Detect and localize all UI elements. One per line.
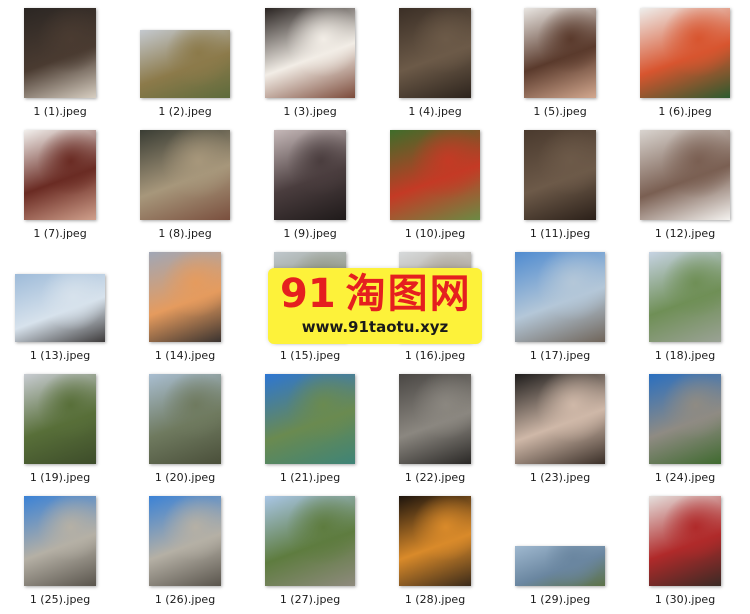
watermark-chinese: 淘图网: [345, 271, 472, 317]
file-name[interactable]: 1 (26).jpeg: [125, 593, 245, 606]
file-thumbnail[interactable]: [24, 496, 96, 586]
file-item[interactable]: 1 (10).jpeg: [375, 122, 495, 242]
file-name[interactable]: 1 (8).jpeg: [125, 227, 245, 240]
file-name[interactable]: 1 (20).jpeg: [125, 471, 245, 484]
file-item[interactable]: 1 (23).jpeg: [500, 366, 620, 486]
file-item[interactable]: 1 (20).jpeg: [125, 366, 245, 486]
file-thumbnail[interactable]: [524, 130, 596, 220]
file-thumbnail[interactable]: [399, 374, 471, 464]
file-item[interactable]: 1 (9).jpeg: [250, 122, 370, 242]
file-name[interactable]: 1 (10).jpeg: [375, 227, 495, 240]
file-item[interactable]: 1 (18).jpeg: [625, 244, 745, 364]
file-item[interactable]: 1 (14).jpeg: [125, 244, 245, 364]
file-item[interactable]: 1 (2).jpeg: [125, 0, 245, 120]
file-thumbnail[interactable]: [524, 8, 596, 98]
file-thumbnail[interactable]: [640, 8, 730, 98]
file-name[interactable]: 1 (27).jpeg: [250, 593, 370, 606]
file-item[interactable]: 1 (19).jpeg: [0, 366, 120, 486]
file-name[interactable]: 1 (14).jpeg: [125, 349, 245, 362]
watermark-overlay: 91 淘图网 www.91taotu.xyz: [268, 268, 482, 344]
file-item[interactable]: 1 (25).jpeg: [0, 488, 120, 608]
file-item[interactable]: 1 (30).jpeg: [625, 488, 745, 608]
file-thumbnail[interactable]: [149, 374, 221, 464]
file-item[interactable]: 1 (26).jpeg: [125, 488, 245, 608]
file-thumbnail[interactable]: [24, 8, 96, 98]
file-name[interactable]: 1 (2).jpeg: [125, 105, 245, 118]
file-name[interactable]: 1 (3).jpeg: [250, 105, 370, 118]
file-thumbnail[interactable]: [649, 252, 721, 342]
file-name[interactable]: 1 (7).jpeg: [0, 227, 120, 240]
file-thumbnail[interactable]: [515, 374, 605, 464]
watermark-url: www.91taotu.xyz: [301, 318, 449, 336]
file-item[interactable]: 1 (3).jpeg: [250, 0, 370, 120]
file-item[interactable]: 1 (1).jpeg: [0, 0, 120, 120]
file-item[interactable]: 1 (8).jpeg: [125, 122, 245, 242]
file-thumbnail[interactable]: [265, 374, 355, 464]
file-name[interactable]: 1 (9).jpeg: [250, 227, 370, 240]
file-name[interactable]: 1 (23).jpeg: [500, 471, 620, 484]
file-name[interactable]: 1 (4).jpeg: [375, 105, 495, 118]
file-thumbnail[interactable]: [149, 252, 221, 342]
file-name[interactable]: 1 (5).jpeg: [500, 105, 620, 118]
file-thumbnail[interactable]: [140, 130, 230, 220]
file-item[interactable]: 1 (13).jpeg: [0, 244, 120, 364]
file-item[interactable]: 1 (29).jpeg: [500, 488, 620, 608]
file-thumbnail[interactable]: [15, 274, 105, 342]
file-item[interactable]: 1 (22).jpeg: [375, 366, 495, 486]
file-name[interactable]: 1 (11).jpeg: [500, 227, 620, 240]
file-item[interactable]: 1 (6).jpeg: [625, 0, 745, 120]
file-name[interactable]: 1 (24).jpeg: [625, 471, 745, 484]
file-item[interactable]: 1 (24).jpeg: [625, 366, 745, 486]
file-thumbnail[interactable]: [640, 130, 730, 220]
file-thumbnail[interactable]: [265, 496, 355, 586]
file-thumbnail[interactable]: [399, 8, 471, 98]
file-name[interactable]: 1 (13).jpeg: [0, 349, 120, 362]
file-thumbnail[interactable]: [265, 8, 355, 98]
file-item[interactable]: 1 (5).jpeg: [500, 0, 620, 120]
file-name[interactable]: 1 (25).jpeg: [0, 593, 120, 606]
file-item[interactable]: 1 (27).jpeg: [250, 488, 370, 608]
file-item[interactable]: 1 (7).jpeg: [0, 122, 120, 242]
file-thumbnail[interactable]: [649, 496, 721, 586]
file-thumbnail[interactable]: [515, 252, 605, 342]
watermark-title: 91 淘图网: [280, 272, 472, 316]
file-item[interactable]: 1 (11).jpeg: [500, 122, 620, 242]
file-name[interactable]: 1 (17).jpeg: [500, 349, 620, 362]
file-name[interactable]: 1 (30).jpeg: [625, 593, 745, 606]
file-thumbnail[interactable]: [649, 374, 721, 464]
file-name[interactable]: 1 (19).jpeg: [0, 471, 120, 484]
file-thumbnail[interactable]: [390, 130, 480, 220]
file-name[interactable]: 1 (28).jpeg: [375, 593, 495, 606]
file-name[interactable]: 1 (1).jpeg: [0, 105, 120, 118]
file-item[interactable]: 1 (28).jpeg: [375, 488, 495, 608]
file-thumbnail[interactable]: [149, 496, 221, 586]
file-thumbnail[interactable]: [140, 30, 230, 98]
file-name[interactable]: 1 (21).jpeg: [250, 471, 370, 484]
file-thumbnail[interactable]: [24, 130, 96, 220]
watermark-number: 91: [280, 271, 336, 317]
file-name[interactable]: 1 (16).jpeg: [375, 349, 495, 362]
file-name[interactable]: 1 (29).jpeg: [500, 593, 620, 606]
file-item[interactable]: 1 (4).jpeg: [375, 0, 495, 120]
file-item[interactable]: 1 (12).jpeg: [625, 122, 745, 242]
file-name[interactable]: 1 (12).jpeg: [625, 227, 745, 240]
file-name[interactable]: 1 (15).jpeg: [250, 349, 370, 362]
file-thumbnail[interactable]: [274, 130, 346, 220]
file-thumbnail[interactable]: [24, 374, 96, 464]
file-item[interactable]: 1 (17).jpeg: [500, 244, 620, 364]
file-name[interactable]: 1 (22).jpeg: [375, 471, 495, 484]
file-name[interactable]: 1 (18).jpeg: [625, 349, 745, 362]
file-item[interactable]: 1 (21).jpeg: [250, 366, 370, 486]
file-thumbnail[interactable]: [515, 546, 605, 586]
file-name[interactable]: 1 (6).jpeg: [625, 105, 745, 118]
file-thumbnail[interactable]: [399, 496, 471, 586]
